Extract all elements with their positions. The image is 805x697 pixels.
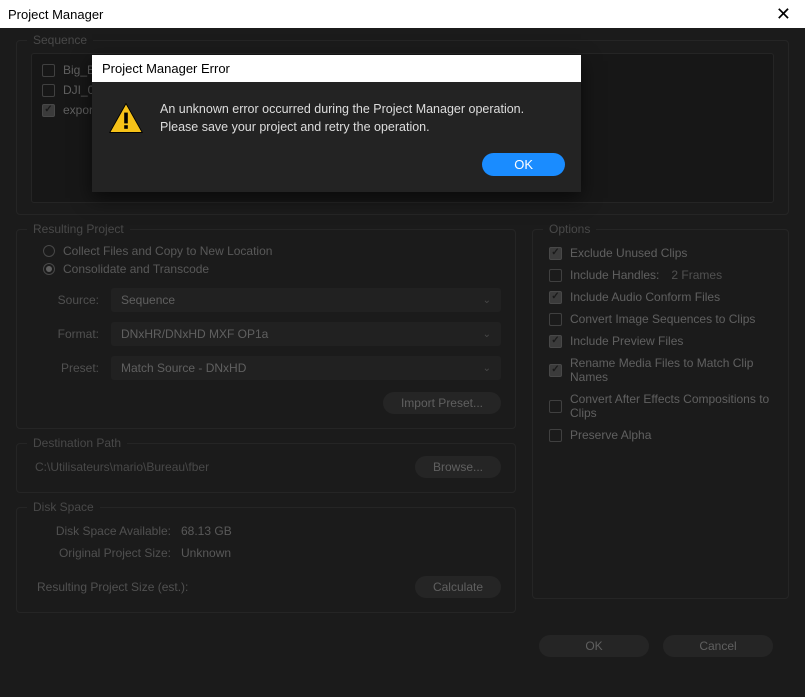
error-dialog: Project Manager Error An unknown error o… [92,55,581,192]
error-dialog-title: Project Manager Error [92,55,581,82]
error-ok-button[interactable]: OK [482,153,565,176]
window-title: Project Manager [8,7,770,22]
warning-icon [108,100,144,139]
close-icon[interactable]: ✕ [770,4,797,25]
window-title-bar: Project Manager ✕ [0,0,805,28]
error-message: An unknown error occurred during the Pro… [160,100,563,139]
